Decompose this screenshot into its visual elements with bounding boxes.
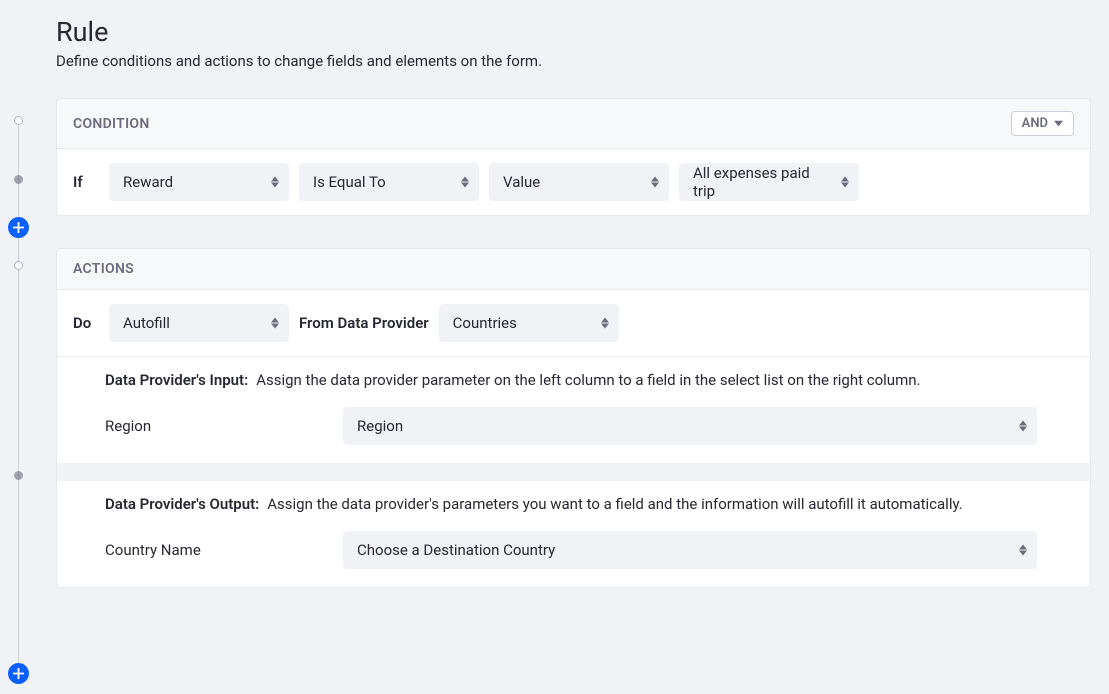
actions-panel: ACTIONS Do Autofill From Data Provider C… <box>56 248 1091 588</box>
sort-icon <box>601 318 609 329</box>
select-value: Is Equal To <box>313 173 386 191</box>
condition-value-select[interactable]: All expenses paid trip <box>679 163 859 201</box>
dp-input-field-select[interactable]: Region <box>343 407 1037 445</box>
select-value: Region <box>357 417 403 435</box>
condition-panel: CONDITION AND If Reward <box>56 98 1091 216</box>
condition-panel-header: CONDITION AND <box>57 99 1090 149</box>
timeline-node-hollow <box>14 261 23 270</box>
timeline-node-solid <box>14 175 23 184</box>
from-data-provider-label: From Data Provider <box>299 314 429 332</box>
condition-operator-select[interactable]: Is Equal To <box>299 163 479 201</box>
dp-input-title: Data Provider's Input: <box>105 371 248 389</box>
sort-icon <box>651 177 659 188</box>
sort-icon <box>271 177 279 188</box>
sort-icon <box>1019 421 1027 432</box>
select-value: Reward <box>123 173 173 191</box>
dp-input-subpanel: Data Provider's Input: Assign the data p… <box>57 356 1090 463</box>
do-label: Do <box>73 314 99 332</box>
sort-icon <box>1019 545 1027 556</box>
dp-input-param-label: Region <box>105 417 327 435</box>
select-value: All expenses paid trip <box>693 164 825 200</box>
data-provider-select[interactable]: Countries <box>439 304 619 342</box>
timeline-node-solid <box>14 471 23 480</box>
chevron-down-icon <box>1054 119 1063 128</box>
if-label: If <box>73 173 99 191</box>
select-value: Countries <box>453 314 517 332</box>
timeline-node-hollow <box>14 116 23 125</box>
action-type-select[interactable]: Autofill <box>109 304 289 342</box>
subpanel-separator <box>57 463 1090 481</box>
condition-field-select[interactable]: Reward <box>109 163 289 201</box>
add-action-button[interactable] <box>8 663 29 684</box>
dp-input-description: Assign the data provider parameter on th… <box>256 371 920 389</box>
page-title: Rule <box>56 16 1091 48</box>
condition-combinator-dropdown[interactable]: AND <box>1011 111 1074 136</box>
sort-icon <box>841 177 849 188</box>
condition-panel-title: CONDITION <box>73 116 150 132</box>
timeline-line <box>18 122 19 674</box>
rule-timeline <box>0 0 42 694</box>
sort-icon <box>271 318 279 329</box>
dp-output-subpanel: Data Provider's Output: Assign the data … <box>57 481 1090 587</box>
combinator-label: AND <box>1022 116 1048 131</box>
plus-icon <box>13 222 24 233</box>
dp-output-title: Data Provider's Output: <box>105 495 259 513</box>
sort-icon <box>461 177 469 188</box>
actions-panel-title: ACTIONS <box>73 261 134 277</box>
actions-row: Do Autofill From Data Provider Countries <box>57 290 1090 356</box>
dp-output-field-select[interactable]: Choose a Destination Country <box>343 531 1037 569</box>
select-value: Value <box>503 173 540 191</box>
condition-row: If Reward Is Equal To <box>57 149 1090 215</box>
dp-input-mapping-row: Region Region <box>105 407 1074 445</box>
plus-icon <box>13 668 24 679</box>
dp-output-param-label: Country Name <box>105 541 327 559</box>
condition-comparison-type-select[interactable]: Value <box>489 163 669 201</box>
add-condition-button[interactable] <box>8 217 29 238</box>
rule-content: Rule Define conditions and actions to ch… <box>42 0 1109 694</box>
page-subtitle: Define conditions and actions to change … <box>56 52 1091 70</box>
dp-output-mapping-row: Country Name Choose a Destination Countr… <box>105 531 1074 569</box>
actions-panel-header: ACTIONS <box>57 249 1090 290</box>
dp-output-description: Assign the data provider's parameters yo… <box>267 495 963 513</box>
select-value: Autofill <box>123 314 170 332</box>
select-value: Choose a Destination Country <box>357 541 555 559</box>
